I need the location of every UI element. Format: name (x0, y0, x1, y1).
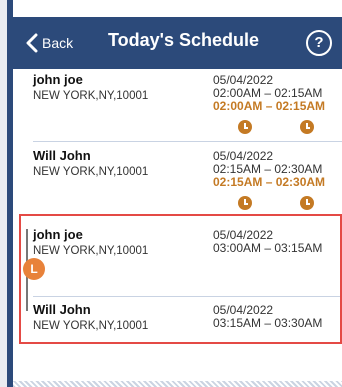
schedule-entry[interactable]: Will John NEW YORK,NY,10001 05/04/2022 0… (13, 145, 342, 217)
app-header: Back Today's Schedule ? (13, 17, 342, 69)
visit-date: 05/04/2022 (213, 149, 274, 163)
bottom-edge (13, 381, 342, 387)
actual-time: 02:00AM – 02:15AM (213, 99, 326, 113)
clock-icon[interactable] (300, 120, 314, 134)
clock-icon[interactable] (238, 196, 252, 210)
scheduled-time: 02:00AM – 02:15AM (213, 86, 323, 100)
clock-icon[interactable] (238, 120, 252, 134)
client-name: Will John (33, 148, 91, 163)
client-name: john joe (33, 72, 83, 87)
back-button[interactable]: Back (25, 31, 73, 55)
actual-time: 02:15AM – 02:30AM (213, 175, 326, 189)
row-divider (33, 141, 342, 142)
help-icon[interactable]: ? (306, 30, 332, 56)
schedule-entry[interactable]: john joe NEW YORK,NY,10001 05/04/2022 02… (13, 69, 342, 142)
app-frame: Back Today's Schedule ? john joe NEW YOR… (7, 0, 342, 387)
back-label: Back (42, 35, 74, 51)
drag-handle-badge[interactable]: L (23, 258, 45, 280)
client-address: NEW YORK,NY,10001 (33, 90, 149, 102)
visit-date: 05/04/2022 (213, 73, 274, 87)
clock-icon[interactable] (300, 196, 314, 210)
chevron-left-icon (26, 33, 38, 53)
scheduled-time: 02:15AM – 02:30AM (213, 162, 323, 176)
selection-highlight (19, 214, 342, 344)
page-title: Today's Schedule (108, 30, 259, 50)
client-address: NEW YORK,NY,10001 (33, 166, 149, 178)
